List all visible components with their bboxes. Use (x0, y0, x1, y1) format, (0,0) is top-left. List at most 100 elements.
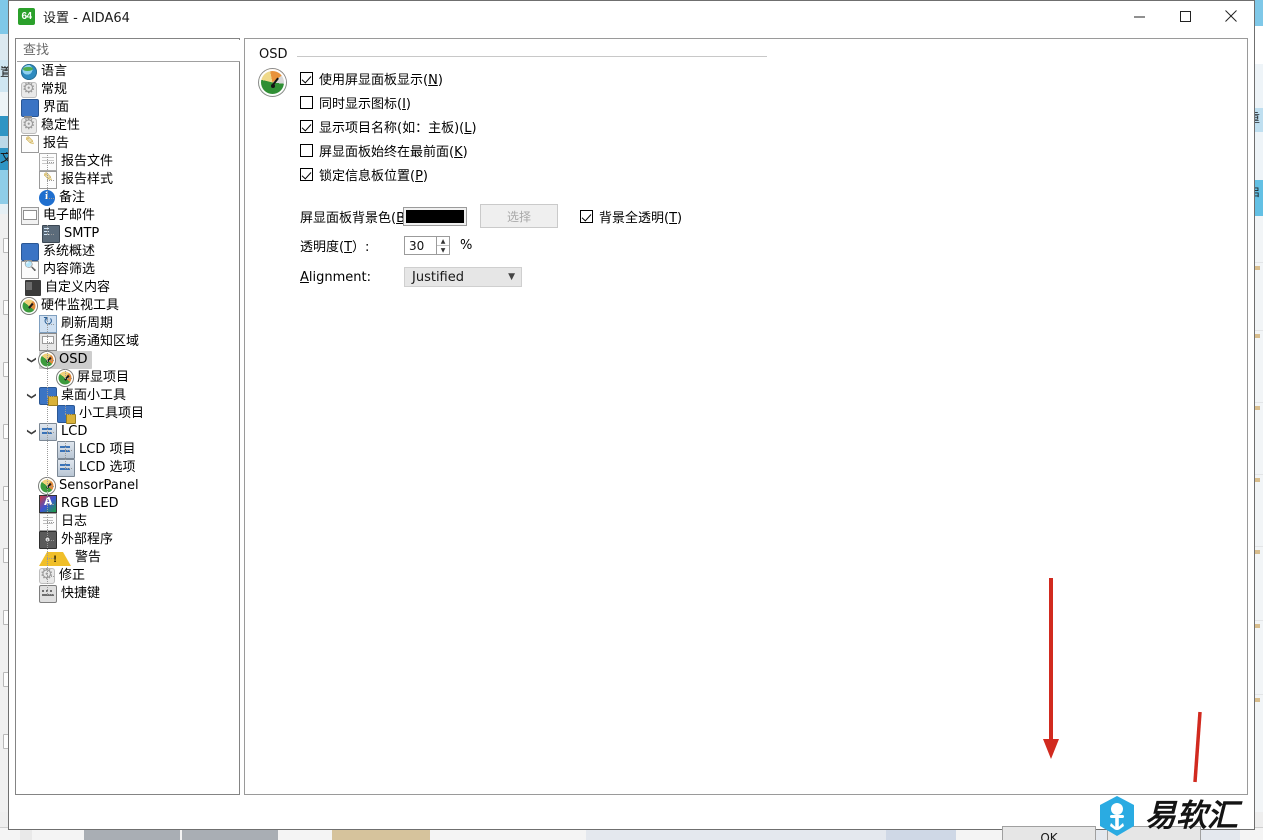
sidebar-item-label: 外部程序 (61, 532, 114, 547)
sidebar-item-label: 内容筛选 (43, 262, 96, 277)
minimize-icon[interactable] (1116, 1, 1162, 31)
osd-checkbox-2[interactable]: 显示项目名称(如：主板)(L) (300, 117, 477, 136)
osd-background-color-row: 屏显面板背景色(B）: 选择 背景全透明(T) (300, 204, 682, 228)
checkbox-label: 同时显示图标(I) (319, 97, 411, 112)
watermark-text: 易软汇 (1145, 798, 1238, 834)
custom-icon (25, 280, 41, 296)
search-input[interactable] (17, 39, 240, 62)
gear-icon (21, 79, 37, 98)
sidebar-item-label: 快捷键 (61, 586, 101, 601)
search-box[interactable] (17, 39, 240, 62)
alignment-dropdown[interactable]: Justified ▼ (404, 267, 522, 287)
sidebar-item-label: 报告文件 (61, 154, 114, 169)
osd-settings-pane: OSD 使用屏显面板显示(N) 同时显示图标(I) 显示项目名称(如：主板)(L) 屏… (244, 38, 1248, 795)
sidebar-item-label: LCD (61, 424, 88, 439)
tree-guide-line (47, 153, 48, 198)
opacity-stepper[interactable]: ▲ ▼ (404, 236, 450, 255)
tree-guide-line (47, 576, 55, 577)
gauge-icon (259, 69, 286, 96)
chevron-down-icon[interactable]: ❯ (22, 390, 40, 402)
checkbox-box[interactable] (580, 209, 593, 223)
tree-guide-line (47, 432, 55, 433)
select-color-button[interactable]: 选择 (480, 204, 558, 228)
sidebar-item-label: 系统概述 (43, 244, 96, 259)
tree-item-content: 自定义内容 (21, 279, 110, 297)
opacity-input[interactable] (404, 236, 437, 255)
osd-checkbox-0[interactable]: 使用屏显面板显示(N) (300, 69, 443, 88)
osd-alignment-row: Alignment: Justified ▼ (300, 267, 522, 287)
checkbox-label: 背景全透明(T) (599, 210, 683, 226)
checkbox-box[interactable] (300, 96, 313, 109)
sidebar-item-label: 稳定性 (41, 118, 81, 133)
sidebar-item-22[interactable]: LCD 选项 (17, 459, 238, 477)
tree-guide-line (47, 360, 55, 361)
sidebar-item-1[interactable]: 常规 (17, 79, 238, 99)
alignment-label: Alignment: (300, 269, 371, 285)
checkbox-box[interactable] (300, 120, 313, 133)
sidebar-item-label: 小工具项目 (79, 406, 145, 421)
close-icon[interactable] (1208, 1, 1254, 31)
tree-guide-line (65, 450, 73, 451)
tree-guide-line (65, 405, 66, 414)
chevron-down-icon[interactable]: ❯ (22, 354, 40, 366)
sidebar-item-12[interactable]: 自定义内容 (17, 279, 238, 297)
sidebar-item-10[interactable]: 系统概述 (17, 243, 238, 263)
sidebar-item-label: SensorPanel (59, 478, 139, 493)
stepper-buttons[interactable]: ▲ ▼ (437, 236, 450, 255)
ok-button[interactable]: OK (1002, 826, 1096, 840)
sidebar-item-19[interactable]: 小工具项目 (17, 405, 238, 424)
tree-item-content: 稳定性 (21, 115, 81, 135)
report-icon (21, 134, 39, 153)
title-bar[interactable]: 64 设置 - AIDA64 (9, 1, 1254, 31)
tree-guide-line (47, 225, 48, 234)
yiruanhui-logo (1100, 796, 1134, 836)
sidebar-item-8[interactable]: 电子邮件 (17, 207, 238, 225)
settings-dialog: 64 设置 - AIDA64 语言常规界面稳定性报告报告文件 (8, 0, 1255, 840)
transparent-background-checkbox[interactable]: 背景全透明(T) (580, 207, 682, 226)
tree-guide-line (65, 441, 66, 468)
tree-guide-line (47, 522, 55, 523)
osd-checkbox-4[interactable]: 锁定信息板位置(P) (300, 165, 428, 184)
sidebar-item-label: 硬件监视工具 (41, 298, 120, 313)
chevron-down-icon: ▼ (508, 272, 515, 282)
warning-icon (39, 551, 71, 566)
window-controls (1116, 1, 1254, 31)
opacity-unit: % (460, 238, 473, 253)
tree-guide-line (47, 396, 55, 397)
sidebar-item-13[interactable]: 硬件监视工具 (17, 297, 238, 315)
tree-guide-line (47, 486, 55, 487)
tree-guide-line (47, 324, 55, 325)
sidebar-item-label: SMTP (64, 226, 100, 241)
sidebar-item-11[interactable]: 内容筛选 (17, 261, 238, 279)
sidebar-item-4[interactable]: 报告 (17, 134, 238, 153)
checkbox-box[interactable] (300, 168, 313, 181)
sidebar-item-0[interactable]: 语言 (17, 63, 238, 81)
tree-item-content: 修正 (39, 565, 85, 585)
background-color-swatch[interactable] (404, 207, 466, 225)
stepper-down-icon[interactable]: ▼ (437, 246, 449, 254)
stepper-up-icon[interactable]: ▲ (437, 237, 449, 246)
checkbox-box[interactable] (300, 144, 313, 157)
gauge-icon (21, 298, 37, 314)
sidebar-item-17[interactable]: 屏显项目 (17, 369, 238, 387)
sidebar-item-3[interactable]: 稳定性 (17, 115, 238, 135)
sidebar-item-21[interactable]: LCD 项目 (17, 441, 238, 459)
settings-tree[interactable]: 语言常规界面稳定性报告报告文件报告样式备注电子邮件 SMTP 系统概述内容筛选自定义… (17, 63, 238, 793)
sidebar-item-label: RGB LED (61, 496, 119, 511)
tree-guide-line (47, 198, 55, 199)
osd-checkbox-1[interactable]: 同时显示图标(I) (300, 93, 411, 112)
chevron-down-icon[interactable]: ❯ (22, 426, 40, 438)
sidebar-item-label: 自定义内容 (45, 280, 111, 295)
sidebar-item-2[interactable]: 界面 (17, 99, 238, 119)
checkbox-label: 使用屏显面板显示(N) (319, 73, 443, 88)
groupbox-title: OSD (259, 47, 295, 62)
maximize-icon[interactable] (1162, 1, 1208, 31)
tree-guide-line (65, 378, 73, 379)
taskbar-chip (182, 829, 278, 840)
taskbar-chip (20, 829, 32, 840)
checkbox-box[interactable] (300, 72, 313, 85)
tree-guide-line (65, 369, 66, 378)
tree-guide-line (47, 558, 55, 559)
osd-checkbox-3[interactable]: 屏显面板始终在最前面(K) (300, 141, 468, 160)
tree-item-content: 报告 (21, 134, 69, 153)
